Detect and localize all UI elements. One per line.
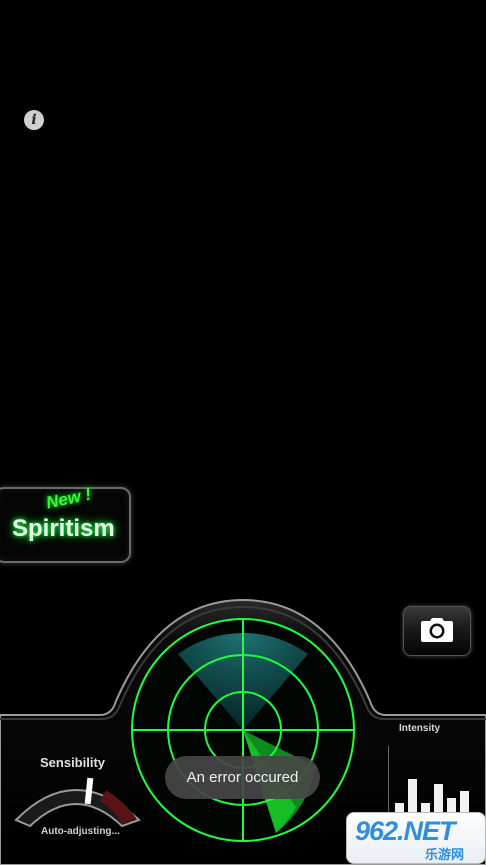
new-badge: New ! bbox=[44, 484, 93, 513]
radar-display bbox=[131, 618, 355, 842]
sensibility-gauge[interactable] bbox=[10, 770, 145, 828]
intensity-axis bbox=[388, 746, 389, 820]
sensibility-title: Sensibility bbox=[40, 755, 106, 770]
sensibility-status: Auto-adjusting... bbox=[41, 826, 120, 837]
watermark-logo: 962.NET 乐游网 bbox=[346, 812, 486, 864]
watermark-sub: 乐游网 bbox=[425, 847, 465, 862]
spiritism-button[interactable]: New ! Spiritism bbox=[0, 484, 131, 563]
spiritism-label: Spiritism bbox=[12, 515, 115, 542]
info-icon[interactable]: i bbox=[24, 110, 44, 130]
intensity-title: Intensity bbox=[399, 723, 441, 734]
watermark-main: 962.NET bbox=[355, 816, 456, 846]
error-toast: An error occured bbox=[165, 756, 320, 799]
